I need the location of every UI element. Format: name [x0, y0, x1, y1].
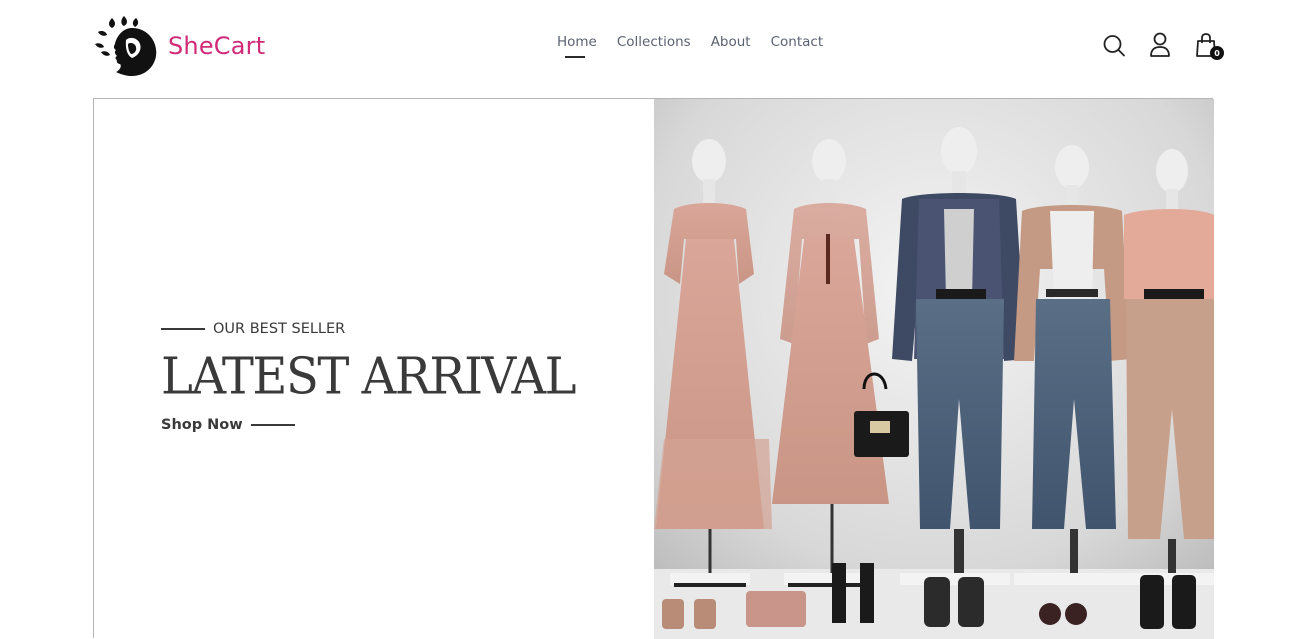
shop-now-label[interactable]: Shop Now	[161, 417, 243, 433]
nav-link-collections[interactable]: Collections	[617, 34, 691, 58]
hero-image	[654, 99, 1214, 639]
eyebrow-divider	[161, 328, 205, 330]
shopping-bag-icon[interactable]: 0	[1194, 32, 1224, 60]
shop-now-link[interactable]: Shop Now	[161, 417, 575, 433]
nav-link-contact[interactable]: Contact	[771, 34, 824, 58]
eyebrow-text: OUR BEST SELLER	[213, 321, 346, 337]
nav-link-home[interactable]: Home	[557, 34, 597, 58]
cart-count-badge: 0	[1210, 46, 1224, 60]
navbar: SheCart Home Collections About Contact 0	[0, 0, 1306, 98]
hero-title: LATEST ARRIVAL	[161, 347, 576, 407]
shop-now-divider	[250, 424, 295, 426]
hero-eyebrow: OUR BEST SELLER	[161, 321, 575, 337]
nav-link-about[interactable]: About	[711, 34, 751, 58]
search-icon[interactable]	[1102, 32, 1126, 58]
woman-silhouette-icon	[92, 14, 158, 78]
brand-logo[interactable]: SheCart	[92, 14, 265, 78]
hero-banner: OUR BEST SELLER LATEST ARRIVAL Shop Now	[93, 98, 1214, 639]
user-icon[interactable]	[1148, 32, 1172, 58]
main-nav: Home Collections About Contact	[557, 34, 823, 58]
hero-text: OUR BEST SELLER LATEST ARRIVAL Shop Now	[161, 321, 576, 433]
nav-icons: 0	[1102, 32, 1224, 60]
brand-name: SheCart	[168, 32, 266, 60]
